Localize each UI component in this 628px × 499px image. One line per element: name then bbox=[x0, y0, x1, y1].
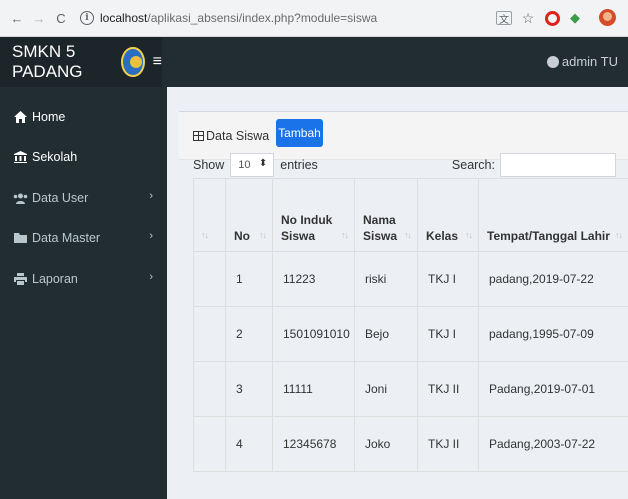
school-icon bbox=[13, 151, 28, 163]
sidebar-item-label: Data Master bbox=[32, 231, 101, 245]
table-header-row: ↑↓ No ↑↓ No Induk Siswa ↑↓ Nama Siswa ↑↓ Ke… bbox=[193, 178, 628, 252]
column-header-no-induk[interactable]: No Induk Siswa ↑↓ bbox=[272, 178, 355, 252]
home-icon bbox=[13, 111, 28, 123]
column-header-ttl[interactable]: Tempat/Tanggal Lahir ↑↓ bbox=[478, 178, 628, 252]
sort-icon: ↑↓ bbox=[465, 230, 473, 240]
table-cell bbox=[193, 306, 226, 362]
user-icon bbox=[546, 55, 559, 68]
sidebar-item-data-master[interactable]: Data Master › bbox=[0, 218, 167, 258]
sidebar-item-sekolah[interactable]: Sekolah bbox=[0, 137, 167, 177]
table-cell: 1501091010 bbox=[272, 306, 355, 362]
tab-label: Data Siswa bbox=[206, 129, 270, 143]
table-cell bbox=[193, 361, 226, 417]
back-icon[interactable]: ← bbox=[8, 9, 26, 27]
table-cell: padang,2019-07-22 bbox=[478, 251, 628, 307]
table-cell: 11111 bbox=[272, 361, 355, 417]
table-row[interactable]: 2 1501091010 Bejo TKJ I padang,1995-07-0… bbox=[193, 306, 628, 362]
chevron-right-icon: › bbox=[149, 190, 153, 202]
sidebar-item-data-user[interactable]: Data User › bbox=[0, 178, 167, 218]
table-row[interactable]: 4 12345678 Joko TKJ II Padang,2003-07-22 bbox=[193, 416, 628, 472]
table-cell: TKJ I bbox=[417, 306, 479, 362]
sidebar-item-home[interactable]: Home bbox=[0, 97, 167, 137]
table-cell: 1 bbox=[225, 251, 273, 307]
url-host: localhost bbox=[100, 11, 148, 25]
table-cell: TKJ II bbox=[417, 416, 479, 472]
opera-extension-icon[interactable] bbox=[545, 11, 560, 26]
entries-label: entries bbox=[280, 158, 318, 172]
sidebar-item-label: Data User bbox=[32, 191, 89, 205]
main-content: Data Siswa Tambah Show 10 ⬍ entries Sear… bbox=[167, 87, 628, 499]
folder-icon bbox=[13, 233, 28, 243]
table-row[interactable]: 1 11223 riski TKJ I padang,2019-07-22 bbox=[193, 251, 628, 307]
translate-icon[interactable]: 文 bbox=[496, 11, 512, 26]
table-cell: 12345678 bbox=[272, 416, 355, 472]
info-icon[interactable]: i bbox=[80, 11, 94, 25]
menu-toggle-icon[interactable]: ≡ bbox=[153, 53, 162, 71]
chevron-right-icon: › bbox=[149, 230, 153, 242]
search-control: Search: bbox=[452, 153, 616, 177]
chevron-right-icon: › bbox=[149, 271, 153, 283]
table-cell: 4 bbox=[225, 416, 273, 472]
reload-icon[interactable]: C bbox=[52, 9, 70, 27]
table-icon bbox=[193, 131, 204, 141]
column-header-nama[interactable]: Nama Siswa ↑↓ bbox=[354, 178, 418, 252]
profile-avatar[interactable] bbox=[599, 9, 616, 26]
sort-icon: ↑↓ bbox=[341, 230, 349, 240]
table-cell: riski bbox=[354, 251, 418, 307]
column-header-blank[interactable]: ↑↓ bbox=[193, 178, 226, 252]
table-cell: 11223 bbox=[272, 251, 355, 307]
table-cell: 2 bbox=[225, 306, 273, 362]
table-cell: 3 bbox=[225, 361, 273, 417]
sort-icon: ↑↓ bbox=[201, 230, 209, 240]
brand-title: SMKN 5 PADANG bbox=[12, 42, 83, 81]
brand[interactable]: SMKN 5 PADANG ≡ bbox=[0, 37, 162, 87]
print-icon bbox=[13, 273, 28, 285]
browser-toolbar: ← → C i localhost/aplikasi_absensi/index… bbox=[0, 0, 628, 37]
table-cell: Padang,2019-07-01 bbox=[478, 361, 628, 417]
table-cell: Bejo bbox=[354, 306, 418, 362]
table-cell: TKJ II bbox=[417, 361, 479, 417]
user-name: admin TU bbox=[561, 54, 618, 69]
data-box: Data Siswa Tambah Show 10 ⬍ entries Sear… bbox=[179, 111, 628, 499]
table-cell: Padang,2003-07-22 bbox=[478, 416, 628, 472]
school-logo bbox=[121, 47, 145, 77]
add-button[interactable]: Tambah bbox=[276, 119, 323, 147]
entries-value: 10 bbox=[238, 159, 251, 171]
address-bar[interactable]: i localhost/aplikasi_absensi/index.php?m… bbox=[80, 6, 377, 30]
url-text[interactable]: localhost/aplikasi_absensi/index.php?mod… bbox=[100, 11, 377, 25]
sort-icon: ↑↓ bbox=[615, 230, 623, 240]
sidebar: Home Sekolah Data User › Data Master › L… bbox=[0, 87, 167, 499]
sidebar-item-label: Home bbox=[32, 110, 66, 124]
sort-icon: ↑↓ bbox=[259, 230, 267, 240]
sidebar-item-label: Laporan bbox=[32, 272, 78, 286]
entries-control: Show 10 ⬍ entries bbox=[193, 153, 318, 177]
bookmark-star-icon[interactable]: ☆ bbox=[520, 10, 536, 26]
app-header: SMKN 5 PADANG ≡ admin TU bbox=[0, 37, 628, 87]
column-header-no[interactable]: No ↑↓ bbox=[225, 178, 273, 252]
students-table: ↑↓ No ↑↓ No Induk Siswa ↑↓ Nama Siswa ↑↓ Ke… bbox=[193, 178, 628, 472]
box-body: Show 10 ⬍ entries Search: ↑↓ No ↑↓ No In… bbox=[179, 153, 628, 499]
tab-data-siswa[interactable]: Data Siswa bbox=[193, 129, 269, 143]
forward-icon[interactable]: → bbox=[30, 9, 48, 27]
search-input[interactable] bbox=[500, 153, 616, 177]
show-label: Show bbox=[193, 158, 225, 172]
sidebar-item-laporan[interactable]: Laporan › bbox=[0, 259, 167, 299]
user-menu[interactable]: admin TU bbox=[546, 54, 618, 69]
column-header-kelas[interactable]: Kelas ↑↓ bbox=[417, 178, 479, 252]
search-label: Search: bbox=[451, 158, 495, 172]
table-cell: Joko bbox=[354, 416, 418, 472]
table-cell: padang,1995-07-09 bbox=[478, 306, 628, 362]
color-extension-icon[interactable]: ◆ bbox=[567, 10, 583, 26]
users-icon bbox=[13, 193, 28, 204]
entries-select[interactable]: 10 ⬍ bbox=[230, 153, 275, 177]
table-cell: Joni bbox=[354, 361, 418, 417]
table-cell bbox=[193, 416, 226, 472]
table-cell bbox=[193, 251, 226, 307]
select-arrows-icon: ⬍ bbox=[258, 158, 268, 169]
sidebar-item-label: Sekolah bbox=[32, 150, 78, 164]
sort-icon: ↑↓ bbox=[404, 230, 412, 240]
url-path: /aplikasi_absensi/index.php?module=siswa bbox=[147, 11, 378, 25]
table-cell: TKJ I bbox=[417, 251, 479, 307]
table-row[interactable]: 3 11111 Joni TKJ II Padang,2019-07-01 bbox=[193, 361, 628, 417]
